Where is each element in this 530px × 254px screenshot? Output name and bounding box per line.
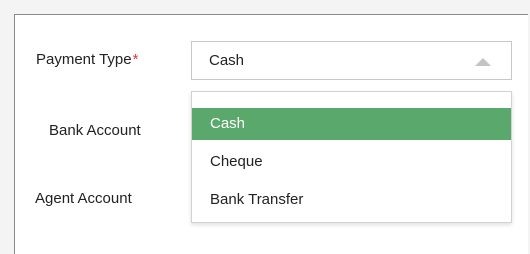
option-cash[interactable]: Cash bbox=[192, 108, 511, 140]
required-marker: * bbox=[132, 51, 139, 68]
caret-up-icon[interactable] bbox=[475, 58, 491, 66]
payment-type-label-text: Payment Type bbox=[36, 51, 132, 68]
payment-type-selected-value: Cash bbox=[209, 52, 245, 69]
payment-type-select[interactable]: Cash bbox=[191, 41, 512, 80]
option-bank-transfer[interactable]: Bank Transfer bbox=[192, 184, 511, 216]
payment-type-label: Payment Type* bbox=[36, 51, 138, 68]
agent-account-label: Agent Account bbox=[35, 190, 132, 207]
option-cheque[interactable]: Cheque bbox=[192, 146, 511, 178]
payment-type-dropdown: Cash Cheque Bank Transfer bbox=[191, 91, 512, 223]
bank-account-label: Bank Account bbox=[49, 122, 141, 139]
